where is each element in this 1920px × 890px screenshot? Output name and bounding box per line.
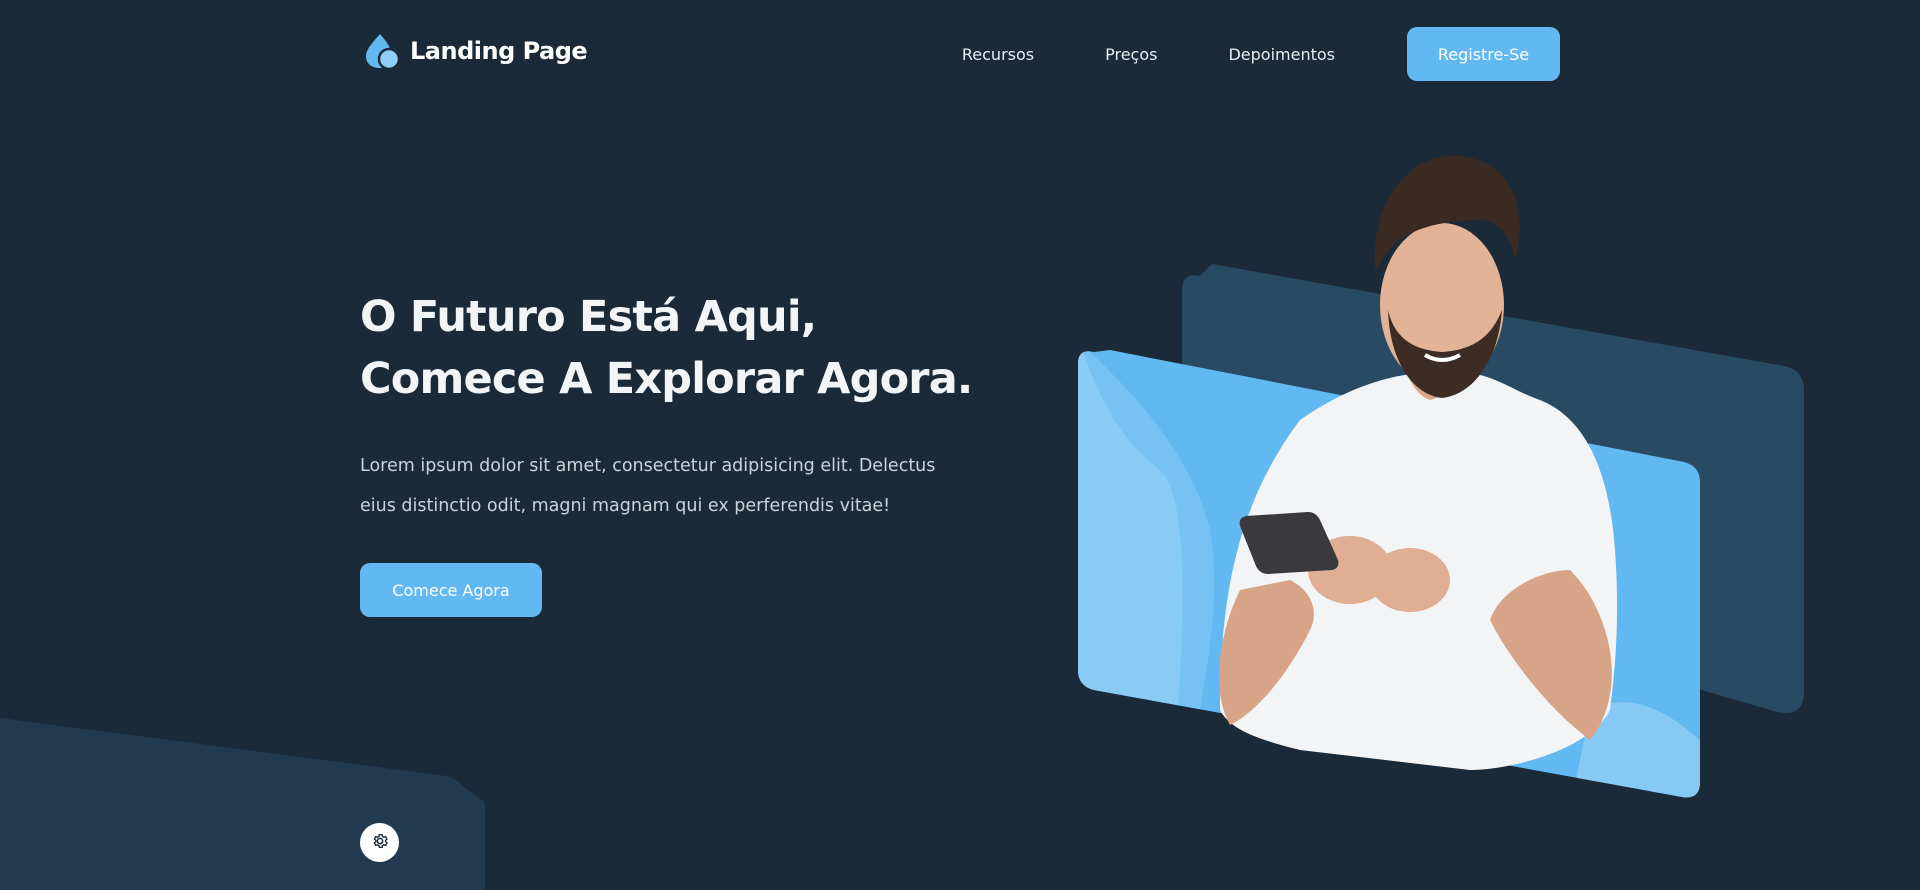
nav-link-recursos[interactable]: Recursos bbox=[962, 45, 1034, 64]
nav-link-depoimentos[interactable]: Depoimentos bbox=[1228, 45, 1335, 64]
settings-button[interactable] bbox=[360, 823, 399, 862]
hero-description: Lorem ipsum dolor sit amet, consectetur … bbox=[360, 456, 936, 516]
hero-title-line-2: Comece A Explorar Agora. bbox=[360, 354, 973, 404]
water-drop-icon bbox=[360, 31, 401, 71]
hero-image bbox=[1070, 150, 1810, 800]
hero-title-line-1: O Futuro Está Aqui, bbox=[360, 292, 817, 342]
gear-icon bbox=[371, 832, 389, 854]
register-button[interactable]: Registre-Se bbox=[1407, 27, 1560, 81]
get-started-button[interactable]: Comece Agora bbox=[360, 563, 542, 617]
main-nav: Recursos Preços Depoimentos Registre-Se bbox=[962, 27, 1560, 81]
decorative-shape-bottom-left bbox=[0, 718, 485, 890]
logo[interactable]: Landing Page bbox=[360, 31, 588, 71]
site-header: Landing Page Recursos Preços Depoimentos… bbox=[360, 27, 1560, 81]
nav-link-precos[interactable]: Preços bbox=[1105, 45, 1157, 64]
brand-name: Landing Page bbox=[410, 37, 588, 65]
hero-title: O Futuro Está Aqui, Comece A Explorar Ag… bbox=[360, 286, 1000, 410]
